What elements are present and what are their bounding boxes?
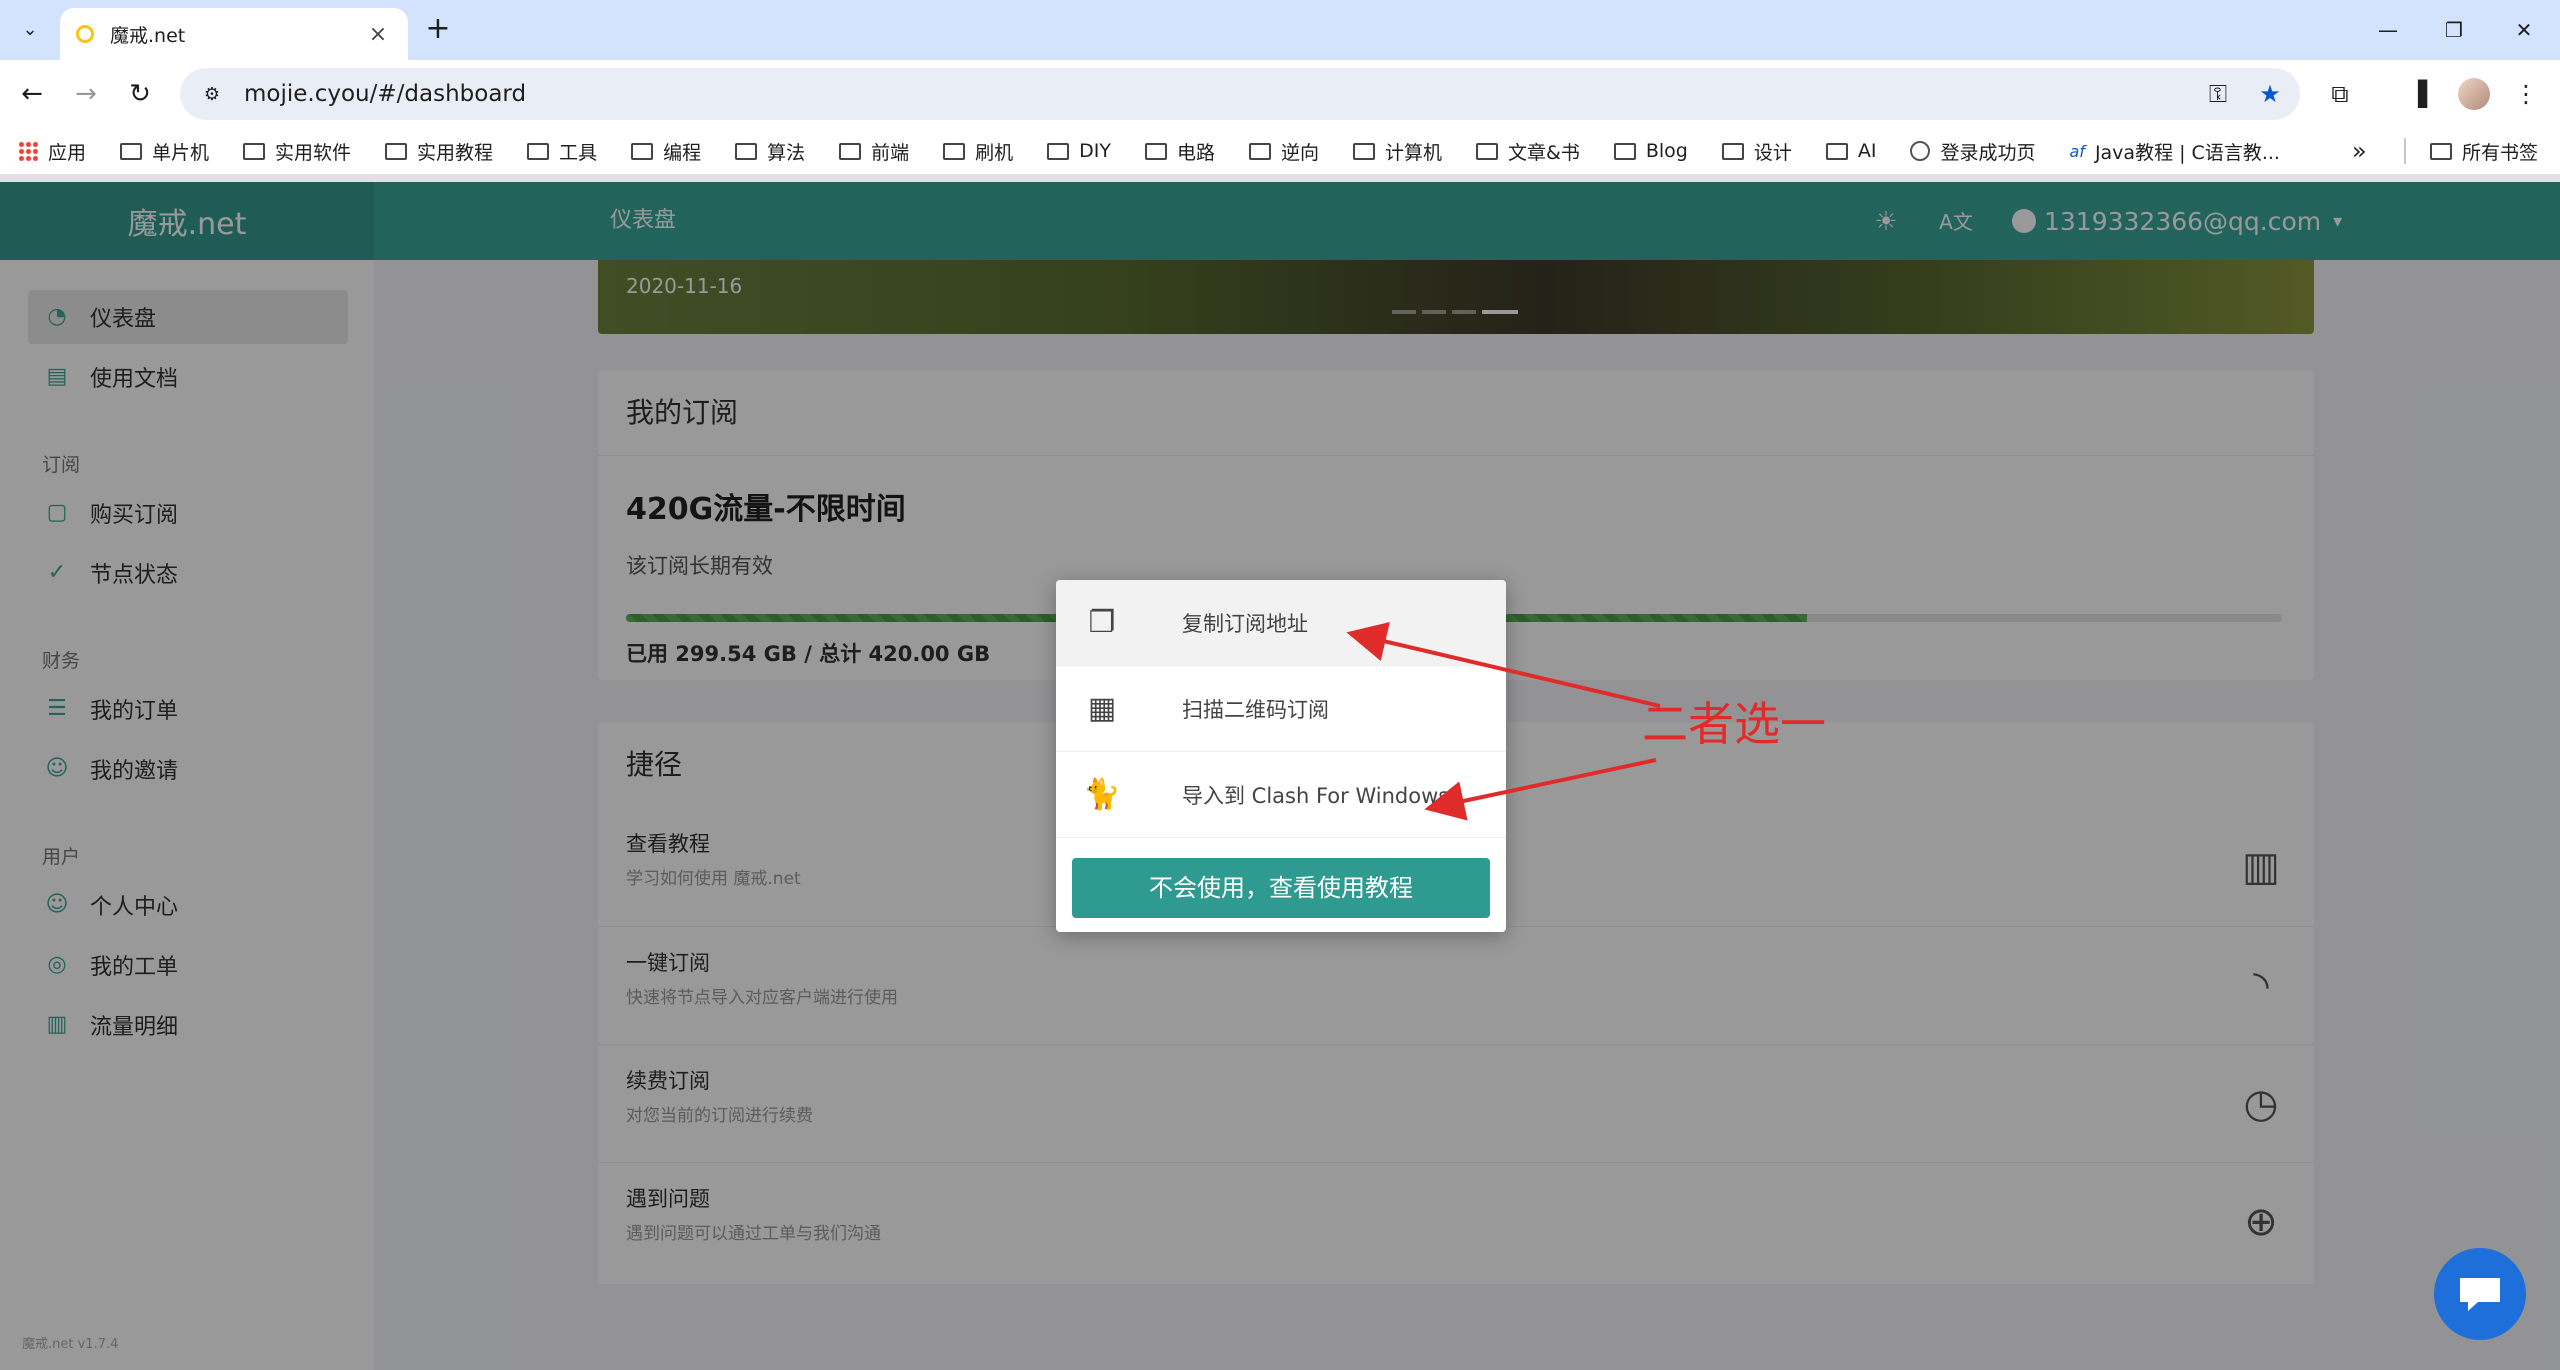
annotation-note: 二者选一	[1642, 697, 1826, 751]
arrow-to-clash	[1424, 758, 1657, 821]
chat-bubble-icon	[2460, 1278, 2500, 1311]
arrow-to-copy	[1346, 622, 1661, 708]
chat-support-button[interactable]	[2434, 1248, 2526, 1340]
annotation-arrows	[1346, 622, 1661, 821]
